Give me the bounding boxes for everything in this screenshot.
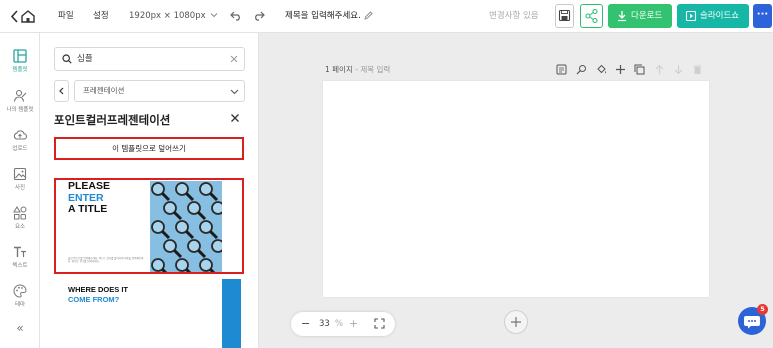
- chat-button[interactable]: 5: [738, 304, 768, 335]
- add-icon[interactable]: [615, 64, 626, 75]
- rail-item-photos[interactable]: 사진: [0, 167, 40, 191]
- rail-item-upload[interactable]: 업로드: [0, 128, 40, 152]
- menu-file[interactable]: 파일: [58, 0, 74, 33]
- download-label: 다운로드: [631, 11, 663, 21]
- delete-icon: [693, 65, 702, 74]
- document-title-text: 제목을 입력해주세요.: [285, 11, 361, 21]
- home-icon: [10, 10, 35, 23]
- overwrite-template-button[interactable]: 이 템플릿으로 덮어쓰기: [54, 137, 244, 160]
- zoom-control: − 33 % +: [291, 312, 395, 336]
- template-2-accent-bar: [222, 279, 241, 348]
- chevron-left-icon: [59, 87, 64, 95]
- rail-label-my-templates: 나의 템플릿: [6, 107, 34, 113]
- paint-bucket-icon[interactable]: [596, 64, 607, 75]
- slideshow-label: 슬라이드쇼: [700, 11, 740, 21]
- template-1-line-3: A TITLE: [68, 203, 108, 215]
- filter-back-button[interactable]: [54, 80, 69, 102]
- rail-label-text: 텍스트: [12, 263, 28, 269]
- category-select-value: 프레젠테이션: [83, 86, 125, 95]
- rail-item-theme[interactable]: 테마: [0, 284, 40, 308]
- download-icon: [618, 11, 626, 22]
- add-page-button[interactable]: [504, 310, 528, 334]
- move-up-icon: [655, 64, 664, 74]
- chevron-down-icon: [230, 89, 239, 95]
- memo-icon[interactable]: [556, 64, 567, 75]
- rail-label-photos: 사진: [14, 185, 26, 191]
- top-toolbar: 파일 설정 1920px × 1080px 제목을 입력해주세요. 변경사항 있…: [0, 0, 773, 33]
- canvas-size-value: 1920px × 1080px: [129, 11, 206, 21]
- rail-label-templates: 템플릿: [12, 67, 28, 73]
- template-2-title: WHERE DOES IT COME FROM?: [68, 285, 128, 304]
- save-icon: [558, 9, 571, 22]
- rail-item-elements[interactable]: 요소: [0, 206, 40, 230]
- filter-row: 프레젠테이션: [54, 80, 245, 102]
- rail-item-my-templates[interactable]: 나의 템플릿: [0, 89, 40, 113]
- upload-cloud-icon: [13, 130, 27, 140]
- more-options-button[interactable]: ···: [753, 4, 772, 28]
- template-2-line-1: WHERE DOES IT: [68, 285, 129, 294]
- save-button[interactable]: [555, 4, 574, 28]
- search-icon: [62, 54, 72, 64]
- rail-label-theme: 테마: [14, 302, 26, 308]
- template-search[interactable]: 심플: [54, 47, 245, 71]
- fit-screen-icon[interactable]: [374, 318, 385, 329]
- notification-badge: 5: [757, 304, 768, 315]
- template-1-title: PLEASE ENTER A TITLE: [68, 180, 111, 216]
- undo-icon: [230, 11, 240, 21]
- chevron-down-icon: [211, 13, 218, 18]
- slide-page[interactable]: [323, 81, 709, 297]
- layout-icon: [13, 49, 27, 63]
- template-1-body-text: 불릿 텍스트를 입력해주세요. 텍스트 상자를 클릭하여 내용을 입력해주세요.…: [68, 257, 144, 263]
- template-1-line-1: PLEASE: [68, 180, 111, 192]
- slideshow-button[interactable]: 슬라이드쇼: [677, 4, 749, 28]
- play-icon: [685, 10, 697, 22]
- redo-button[interactable]: [253, 0, 265, 33]
- template-thumbnail-2[interactable]: WHERE DOES IT COME FROM?: [54, 279, 244, 348]
- search-input[interactable]: 심플: [77, 48, 93, 70]
- share-icon: [585, 8, 598, 24]
- template-panel: 심플 프레젠테이션 포인트컬러프레젠테이션 이 템플릿으로 덮어쓰기 PLEAS…: [40, 33, 259, 348]
- rail-label-elements: 요소: [14, 224, 26, 230]
- rail-item-text[interactable]: 텍스트: [0, 245, 40, 269]
- clear-search-icon[interactable]: [230, 55, 238, 63]
- page-label: 1 페이지 - 제목 입력: [325, 64, 390, 75]
- user-template-icon: [13, 89, 27, 102]
- canvas-size-select[interactable]: 1920px × 1080px: [129, 0, 218, 33]
- back-home-button[interactable]: [9, 8, 37, 25]
- zoom-in-button[interactable]: +: [349, 312, 358, 336]
- template-thumbnail-1[interactable]: PLEASE ENTER A TITLE 불릿 텍스트를 입력해주세요. 텍스트…: [54, 178, 244, 274]
- shapes-icon: [13, 206, 27, 220]
- plus-icon: [511, 317, 521, 327]
- rail-item-templates[interactable]: 템플릿: [0, 49, 40, 73]
- palette-icon: [13, 284, 27, 298]
- magnifier-pattern-image: [150, 181, 222, 272]
- zoom-out-button[interactable]: −: [301, 312, 310, 336]
- canvas-area: 1 페이지 - 제목 입력 − 33 % + 5: [260, 33, 773, 348]
- text-icon: [14, 246, 26, 257]
- close-icon[interactable]: [229, 112, 241, 124]
- menu-settings[interactable]: 설정: [93, 0, 109, 33]
- move-down-icon: [674, 65, 683, 75]
- pencil-icon: [363, 11, 373, 20]
- zoom-unit: %: [335, 319, 344, 329]
- document-title[interactable]: 제목을 입력해주세요.: [285, 0, 373, 33]
- share-button[interactable]: [580, 4, 603, 28]
- page-number: 1 페이지: [325, 65, 353, 74]
- nav-rail: 템플릿 나의 템플릿 업로드 사진 요소 텍스트 테마 «: [0, 33, 40, 348]
- page-title-input[interactable]: - 제목 입력: [353, 65, 390, 74]
- rail-label-upload: 업로드: [12, 146, 28, 152]
- template-title: 포인트컬러프레젠테이션: [54, 113, 171, 127]
- download-button[interactable]: 다운로드: [608, 4, 672, 28]
- image-icon: [13, 167, 27, 181]
- collapse-rail-button[interactable]: «: [0, 321, 40, 335]
- undo-button[interactable]: [230, 0, 242, 33]
- redo-icon: [255, 11, 265, 21]
- category-select[interactable]: 프레젠테이션: [74, 80, 245, 102]
- duplicate-icon[interactable]: [634, 64, 645, 75]
- zoom-value[interactable]: 33: [319, 312, 330, 336]
- magnifier-pattern: [150, 181, 222, 272]
- magic-search-icon[interactable]: [576, 64, 587, 75]
- template-2-line-2: COME FROM?: [68, 294, 120, 304]
- changes-status: 변경사항 있음: [489, 11, 539, 21]
